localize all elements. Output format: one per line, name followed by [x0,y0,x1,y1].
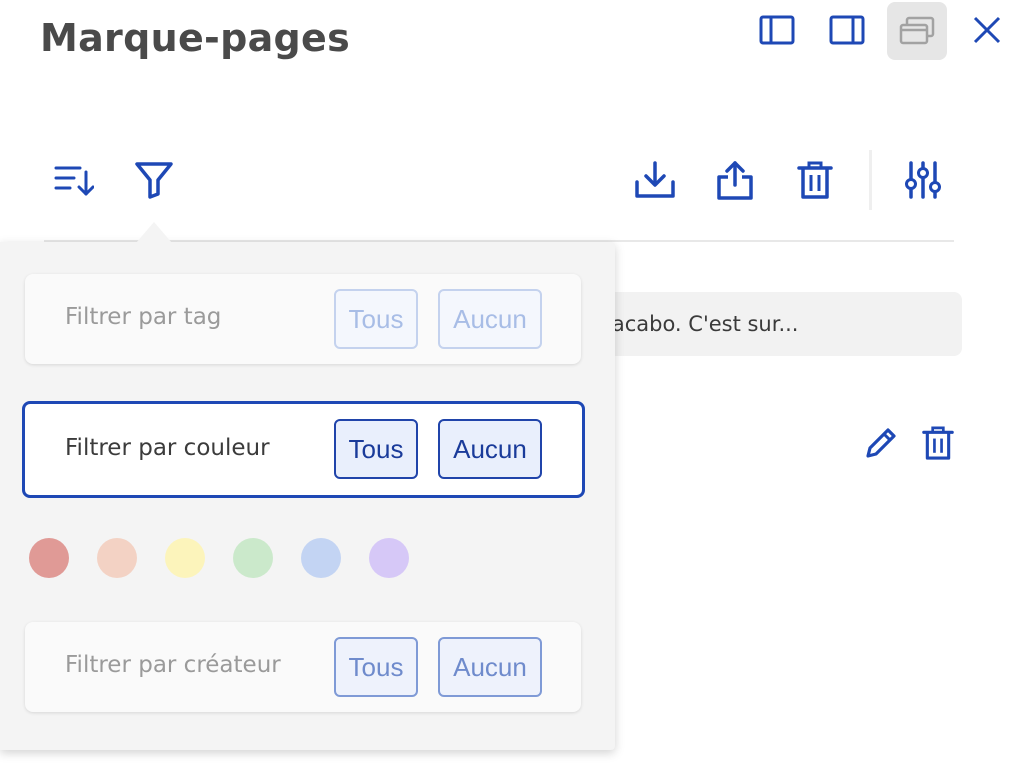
color-swatch-purple[interactable] [369,538,409,578]
color-swatch-peach[interactable] [97,538,137,578]
bookmark-snippet-text: iacabo. C'est sur... [606,312,799,336]
color-swatch-red[interactable] [29,538,69,578]
filter-by-creator-card: Filtrer par créateur Tous Aucun [25,622,581,712]
filter-icon[interactable] [128,154,180,206]
color-all-button[interactable]: Tous [334,419,418,479]
page-title: Marque-pages [40,16,351,60]
float-window-icon[interactable] [887,2,947,60]
color-none-button[interactable]: Aucun [438,419,542,479]
delete-all-icon[interactable] [788,154,842,206]
settings-sliders-icon[interactable] [895,154,951,206]
color-swatch-green[interactable] [233,538,273,578]
delete-icon[interactable] [915,420,961,466]
dock-right-icon[interactable] [822,4,872,56]
filter-by-tag-card: Filtrer par tag Tous Aucun [25,274,581,364]
filter-by-color-card: Filtrer par couleur Tous Aucun [22,401,585,498]
import-icon[interactable] [628,154,682,206]
creator-none-button[interactable]: Aucun [438,637,542,697]
export-icon[interactable] [708,154,762,206]
color-swatch-blue[interactable] [301,538,341,578]
filter-by-color-label: Filtrer par couleur [65,435,270,461]
creator-all-button[interactable]: Tous [334,637,418,697]
dock-left-icon[interactable] [752,4,802,56]
filter-by-creator-label: Filtrer par créateur [65,652,281,678]
tag-none-button[interactable]: Aucun [438,289,542,349]
filter-popup: Filtrer par tag Tous Aucun Filtrer par c… [0,242,615,750]
close-icon[interactable] [962,4,1012,56]
sort-icon[interactable] [48,154,100,206]
filter-by-tag-label: Filtrer par tag [65,304,222,330]
popup-arrow [136,222,172,243]
toolbar-divider [869,150,872,210]
edit-icon[interactable] [858,420,904,466]
color-swatch-yellow[interactable] [165,538,205,578]
tag-all-button[interactable]: Tous [334,289,418,349]
